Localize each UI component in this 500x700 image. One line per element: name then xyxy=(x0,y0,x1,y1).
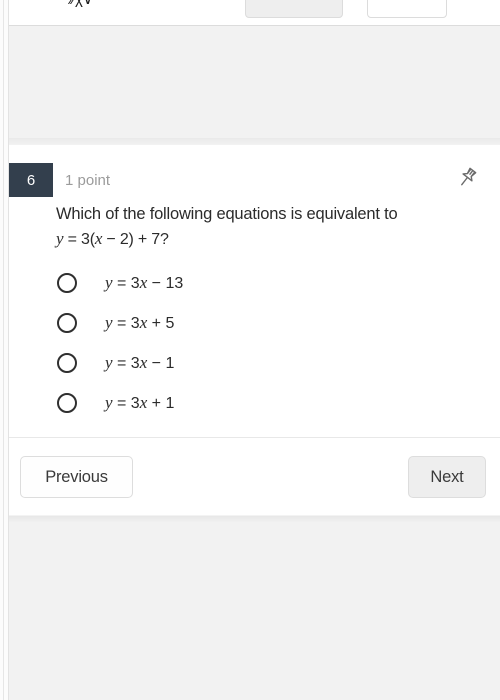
card-gap-background xyxy=(9,26,500,145)
answer-option-4[interactable]: y = 3x + 1 xyxy=(9,383,500,423)
option2-tail: + 5 xyxy=(147,315,175,332)
answer-option-3[interactable]: y = 3x − 1 xyxy=(9,343,500,383)
option3-var-y: y xyxy=(105,353,113,372)
option4-expr: = 3 xyxy=(112,395,140,412)
answer-option-label: y = 3x + 5 xyxy=(105,313,174,333)
radio-button-icon[interactable] xyxy=(57,313,77,333)
question-prompt-line: Which of the following equations is equi… xyxy=(56,205,398,223)
question-block: 6 1 point Which of the following equatio… xyxy=(9,145,500,437)
answer-options-list: y = 3x − 13 y = 3x + 5 y = 3x − 1 y = 3x… xyxy=(9,263,500,423)
answer-option-label: y = 3x + 1 xyxy=(105,393,174,413)
question-card: 6 1 point Which of the following equatio… xyxy=(9,145,500,516)
page-scrollbar-edge[interactable] xyxy=(0,0,9,700)
card-top-shadow xyxy=(9,138,500,145)
pushpin-icon[interactable] xyxy=(454,165,480,191)
answer-option-label: y = 3x − 1 xyxy=(105,353,174,373)
question-number-badge: 6 xyxy=(9,163,53,197)
previous-card-next-button-partial[interactable] xyxy=(245,0,343,18)
question-prompt: Which of the following equations is equi… xyxy=(56,203,476,251)
option1-tail: − 13 xyxy=(147,275,184,292)
equation-operator: = 3( xyxy=(63,230,95,248)
scrollbar-track-line xyxy=(3,0,4,700)
radio-button-icon[interactable] xyxy=(57,273,77,293)
page-background-below xyxy=(9,515,500,700)
option3-tail: − 1 xyxy=(147,355,175,372)
equation-tail: − 2) + 7? xyxy=(102,230,169,248)
previous-question-card-partial: ⁄⁄χ∨ xyxy=(9,0,500,26)
question-equation: y = 3(x − 2) + 7? xyxy=(56,227,476,251)
next-button[interactable]: Next xyxy=(408,456,486,498)
option3-expr: = 3 xyxy=(112,355,140,372)
previous-question-text-fragment: ⁄⁄χ∨ xyxy=(71,0,93,8)
answer-option-2[interactable]: y = 3x + 5 xyxy=(9,303,500,343)
option1-expr: = 3 xyxy=(112,275,140,292)
option4-tail: + 1 xyxy=(147,395,175,412)
option2-var-y: y xyxy=(105,313,113,332)
question-points-label: 1 point xyxy=(65,171,111,189)
radio-button-icon[interactable] xyxy=(57,353,77,373)
card-bottom-shadow xyxy=(9,515,500,523)
answer-option-label: y = 3x − 13 xyxy=(105,273,183,293)
radio-button-icon[interactable] xyxy=(57,393,77,413)
navigation-bar: Previous Next xyxy=(9,437,500,516)
option2-expr: = 3 xyxy=(112,315,140,332)
answer-option-1[interactable]: y = 3x − 13 xyxy=(9,263,500,303)
previous-button[interactable]: Previous xyxy=(20,456,133,498)
option4-var-y: y xyxy=(105,393,113,412)
previous-card-secondary-button-partial[interactable] xyxy=(367,0,447,18)
option1-var-y: y xyxy=(105,273,113,292)
